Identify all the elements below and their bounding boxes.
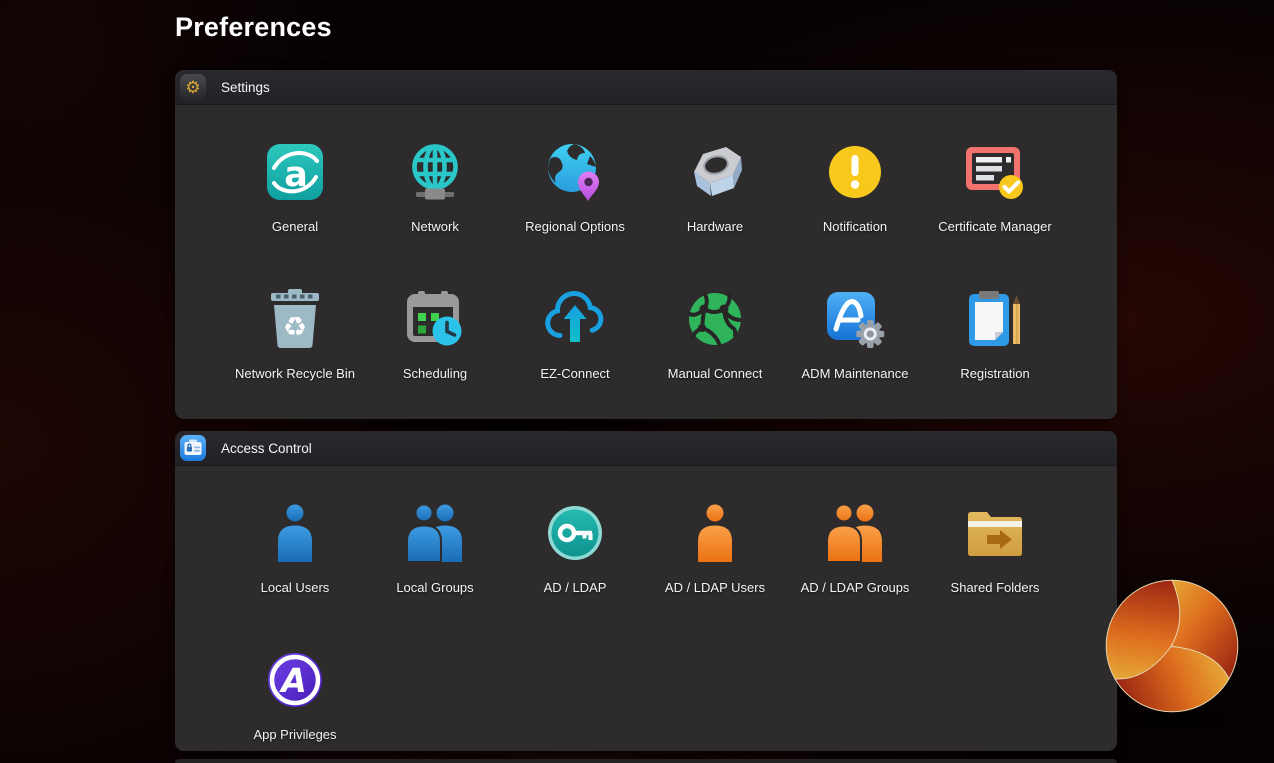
tile-shared-folders[interactable]: Shared Folders [925,502,1065,595]
tile-app-privileges[interactable]: A App Privileges [225,649,365,742]
user-blue-icon [273,502,317,564]
tile-local-users[interactable]: Local Users [225,502,365,595]
users-orange-icon [825,502,885,564]
tile-label: AD / LDAP Groups [800,580,910,595]
tile-label: Shared Folders [950,580,1040,595]
network-sphere-icon [686,288,744,350]
tile-label: Local Groups [396,580,474,595]
tile-network-recycle-bin[interactable]: ♻ Network Recycle Bin [225,288,365,381]
globe-location-pin-icon [546,141,604,203]
settings-tile-grid: a General Network Regional Options Hardw… [175,105,1117,381]
svg-text:♻: ♻ [283,312,307,343]
users-blue-icon [405,502,465,564]
next-panel-edge [175,759,1117,763]
tile-ad-ldap[interactable]: AD / LDAP [505,502,645,595]
tile-ad-ldap-groups[interactable]: AD / LDAP Groups [785,502,925,595]
orange-swirl-logo-icon [1105,579,1239,729]
tile-label: ADM Maintenance [801,366,909,381]
svg-text:A: A [278,661,307,700]
hardware-nut-icon [686,141,744,203]
settings-section-title: Settings [221,79,270,95]
access-control-panel-header: Access Control [175,431,1117,466]
tile-label: Notification [822,219,888,234]
tile-label: Network [411,219,459,234]
tile-label: Hardware [686,219,744,234]
certificate-check-icon [965,141,1025,203]
access-control-panel: Access Control Local Users Local Groups … [175,431,1117,751]
tile-label: Registration [960,366,1030,381]
notification-exclamation-icon [827,141,883,203]
tile-adm-maintenance[interactable]: ADM Maintenance [785,288,925,381]
tile-regional-options[interactable]: Regional Options [505,141,645,234]
user-orange-icon [693,502,737,564]
tile-label: App Privileges [253,727,337,742]
calendar-clock-icon [405,288,465,350]
id-badge-icon [180,435,206,461]
tile-hardware[interactable]: Hardware [645,141,785,234]
asustor-general-icon: a [267,141,323,203]
tile-notification[interactable]: Notification [785,141,925,234]
tile-label: General [271,219,319,234]
tile-label: EZ-Connect [540,366,610,381]
adm-gear-icon [824,288,886,350]
tile-registration[interactable]: Registration [925,288,1065,381]
page-title: Preferences [175,12,332,42]
access-control-tile-grid: Local Users Local Groups AD / LDAP AD / … [175,466,1117,742]
shared-folder-icon [965,502,1025,564]
settings-panel-header: ⚙ Settings [175,70,1117,105]
access-control-section-title: Access Control [221,440,312,456]
svg-text:⚙: ⚙ [185,78,200,98]
tile-label: AD / LDAP Users [664,580,766,595]
tile-ez-connect[interactable]: EZ-Connect [505,288,645,381]
tile-scheduling[interactable]: Scheduling [365,288,505,381]
tile-label: Local Users [260,580,330,595]
recycle-bin-icon: ♻ [269,288,321,350]
clipboard-pencil-icon [967,288,1023,350]
settings-gear-icon: ⚙ [180,74,206,100]
tile-manual-connect[interactable]: Manual Connect [645,288,785,381]
tile-network[interactable]: Network [365,141,505,234]
network-globe-icon [406,141,464,203]
tile-local-groups[interactable]: Local Groups [365,502,505,595]
cloud-upload-icon [543,288,607,350]
tile-label: Regional Options [525,219,625,234]
tile-label: Scheduling [402,366,468,381]
tile-label: AD / LDAP [543,580,607,595]
key-circle-icon [546,502,604,564]
app-privileges-icon: A [266,649,324,711]
tile-label: Network Recycle Bin [235,366,355,381]
tile-label: Certificate Manager [938,219,1052,234]
tile-certificate-manager[interactable]: Certificate Manager [925,141,1065,234]
tile-ad-ldap-users[interactable]: AD / LDAP Users [645,502,785,595]
settings-panel: ⚙ Settings a General Network Regional Op… [175,70,1117,419]
tile-general[interactable]: a General [225,141,365,234]
tile-label: Manual Connect [667,366,763,381]
